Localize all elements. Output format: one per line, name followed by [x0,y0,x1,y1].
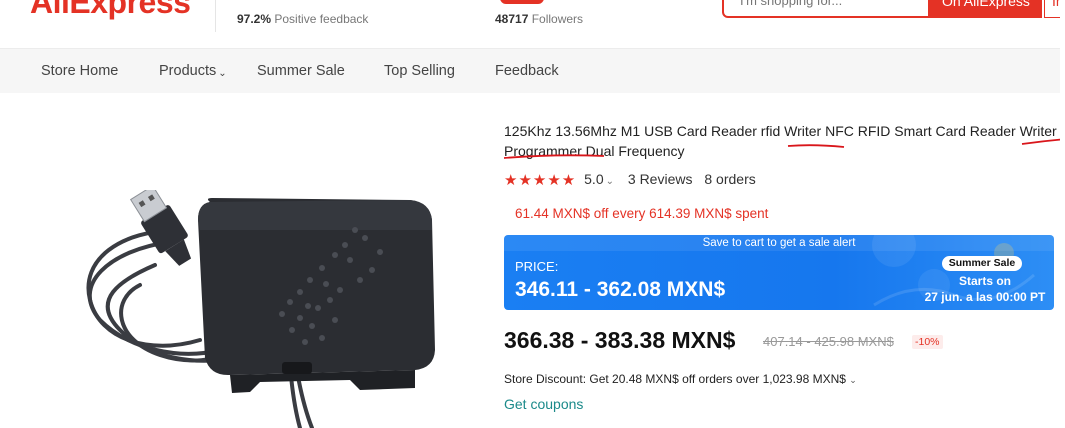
star-rating-icon: ★★★★★ [504,172,577,189]
nav-top-selling[interactable]: Top Selling [384,63,455,79]
chevron-down-icon[interactable]: ⌄ [606,176,614,187]
current-price: 366.38 - 383.38 MXN$ [504,327,736,353]
starts-on-label: Starts on [958,274,1011,288]
page-right-gutter [1060,0,1065,428]
sale-alert-tip[interactable]: Save to cart to get a sale alert [504,235,1054,251]
store-discount[interactable]: Store Discount: Get 20.48 MXN$ off order… [504,372,857,386]
annotation-underlines [504,138,1065,159]
chevron-down-icon: ⌄ [218,68,227,79]
original-price: 407.14 - 425.98 MXN$ [763,334,894,349]
follow-button[interactable] [500,0,544,4]
nav-store-home[interactable]: Store Home [41,63,118,79]
nav-feedback-label: Feedback [495,63,559,79]
search-input[interactable] [738,0,932,9]
sale-price: 346.11 - 362.08 MXN$ [515,278,726,301]
search-box [722,0,932,18]
rating-score[interactable]: 5.0 [584,171,603,187]
aliexpress-logo[interactable]: AliExpress [30,0,200,20]
starts-on-date: 27 jun. a las 00:00 PT [924,290,1046,304]
positive-feedback: 97.2% Positive feedback [237,12,368,26]
price-label: PRICE: [515,259,559,274]
nav-summer-sale-label: Summer Sale [257,63,345,79]
sale-price-banner: Save to cart to get a sale alert PRICE: … [504,235,1054,310]
search-aliexpress-button[interactable]: On AliExpress [930,0,1042,18]
nav-store-home-label: Store Home [41,63,119,79]
followers-label: Followers [528,12,584,26]
nav-top-selling-label: Top Selling [384,63,455,79]
nav-feedback[interactable]: Feedback [495,63,559,79]
header-divider [215,0,216,32]
summer-sale-badge: Summer Sale [942,256,1022,271]
orders-count: 8 orders [704,171,756,187]
product-image[interactable] [60,190,450,428]
rating-row: ★★★★★ 5.0 ⌄ 3 Reviews 8 orders [504,171,756,189]
store-discount-text: Store Discount: Get 20.48 MXN$ off order… [504,372,846,386]
chevron-down-icon: ⌄ [849,375,857,385]
feedback-label: Positive feedback [271,12,369,26]
get-coupons-link[interactable]: Get coupons [504,396,583,412]
reviews-link[interactable]: 3 Reviews [628,171,693,187]
nav-summer-sale[interactable]: Summer Sale [257,63,345,79]
nav-products[interactable]: Products ⌄ [159,63,227,79]
followers-number: 48717 [495,12,529,26]
discount-badge: -10% [912,335,943,349]
store-coupon-text[interactable]: 61.44 MXN$ off every 614.39 MXN$ spent [515,206,768,221]
followers-count: 48717 Followers [495,12,583,26]
nav-products-label: Products [159,63,217,79]
sale-start-info: Starts on 27 jun. a las 00:00 PT [922,273,1048,305]
feedback-percent: 97.2% [237,12,272,26]
store-nav: Store Home Products ⌄ Summer Sale Top Sel… [0,49,1060,93]
